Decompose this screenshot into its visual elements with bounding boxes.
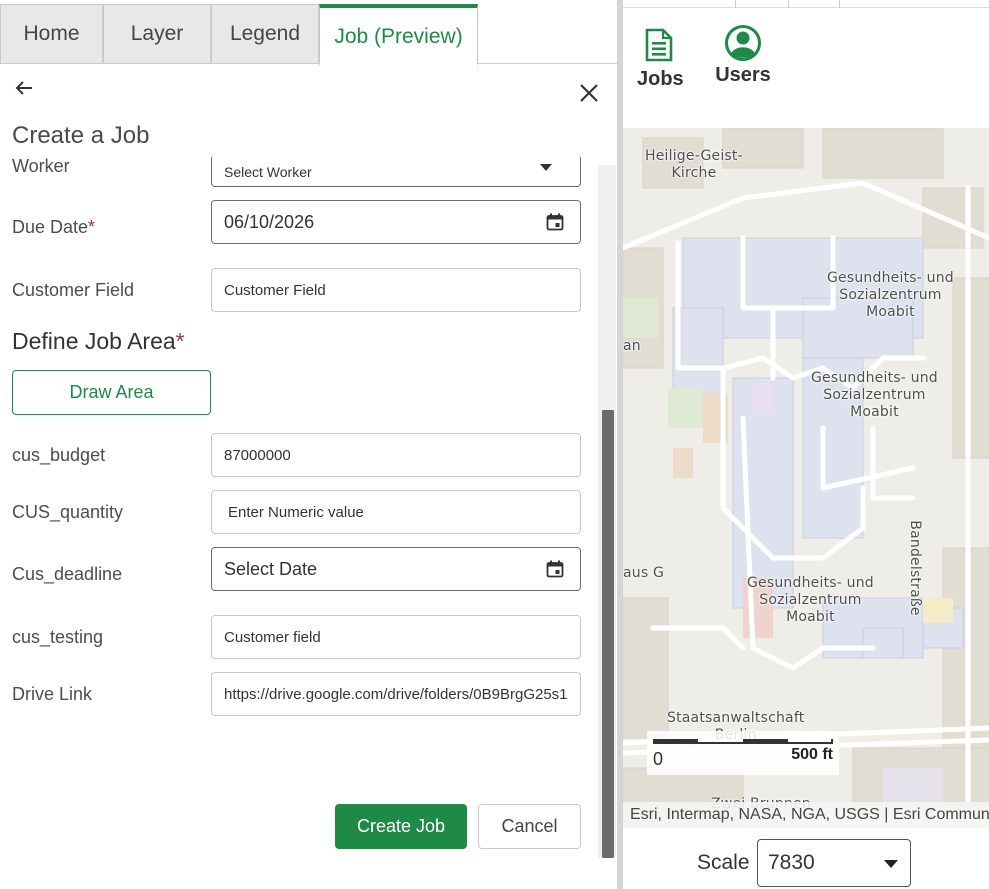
job-area-title: Define Job Area* [12, 328, 185, 355]
document-icon [645, 28, 673, 62]
map-label-gesundheits-1: Gesundheits- und Sozialzentrum Moabit [827, 270, 954, 321]
map-label-bandelstrasse: Bandelstraße [907, 520, 923, 616]
worker-select-value: Select Worker [224, 164, 312, 180]
due-date-value: 06/10/2026 [224, 211, 315, 232]
scale-bar-zero: 0 [653, 749, 664, 769]
scrollbar-thumb[interactable] [602, 410, 614, 858]
scale-select[interactable]: 7830 [757, 839, 911, 887]
page-title: Create a Job [12, 122, 150, 149]
tab-layer[interactable]: Layer [103, 4, 211, 64]
tab-home[interactable]: Home [0, 4, 103, 64]
customer-field-input[interactable]: Customer Field [211, 268, 581, 312]
create-job-button[interactable]: Create Job [335, 804, 467, 849]
map-label-text: Heilige-Geist- Kirche [645, 148, 743, 181]
map-label-an: an [623, 338, 641, 354]
close-icon[interactable] [578, 82, 600, 104]
drive-link-value: https://drive.google.com/drive/folders/0… [224, 685, 568, 703]
map-view[interactable]: Heilige-Geist- Kirche Gesundheits- und S… [623, 128, 989, 828]
customer-field-placeholder: Customer Field [224, 281, 326, 299]
required-marker: * [88, 217, 96, 237]
due-date-label-text: Due Date [12, 217, 89, 237]
jobs-widget-label: Jobs [637, 68, 684, 90]
map-label-text: Gesundheits- und Sozialzentrum Moabit [747, 575, 874, 625]
chevron-down-icon [884, 860, 898, 868]
due-date-label: Due Date* [12, 217, 95, 238]
cus-deadline-label: Cus_deadline [12, 564, 123, 584]
scale-control: Scale 7830 [623, 838, 989, 888]
cus-budget-value: 87000000 [224, 446, 291, 464]
map-label-gesundheits-3: Gesundheits- und Sozialzentrum Moabit [747, 575, 874, 626]
customer-field-label: Customer Field [12, 280, 135, 300]
calendar-icon[interactable] [546, 560, 564, 578]
worker-select[interactable]: Select Worker [211, 157, 581, 187]
chevron-down-icon [540, 164, 552, 171]
cus-testing-input[interactable]: Customer field [211, 615, 581, 659]
users-widget[interactable]: Users [715, 24, 771, 87]
cus-budget-input[interactable]: 87000000 [211, 433, 581, 477]
scale-label: Scale [697, 851, 750, 874]
cus-quantity-input[interactable]: Enter Numeric value [211, 490, 581, 534]
scale-bar-end: 500 ft [791, 746, 833, 763]
cus-testing-label: cus_testing [12, 627, 104, 647]
scale-bar: 0 500 ft [647, 731, 839, 775]
due-date-input[interactable]: 06/10/2026 [211, 200, 581, 244]
tab-legend[interactable]: Legend [211, 4, 319, 64]
map-label-text: Gesundheits- und Sozialzentrum Moabit [811, 370, 938, 420]
worker-label: Worker [12, 157, 70, 176]
tab-job-preview[interactable]: Job (Preview) [319, 4, 478, 65]
cus-budget-label: cus_budget [12, 445, 106, 465]
jobs-widget[interactable]: Jobs [637, 24, 684, 91]
draw-area-button[interactable]: Draw Area [12, 370, 211, 415]
tab-bar: Home Layer Legend Job (Preview) [0, 0, 617, 65]
map-panel: Jobs Users Heilige-Geist- Kirche Gesundh… [623, 0, 989, 889]
back-arrow-icon[interactable] [12, 76, 36, 100]
user-icon [725, 25, 761, 61]
users-widget-label: Users [715, 64, 771, 86]
map-label-haus-g: aus G [623, 565, 665, 581]
calendar-icon[interactable] [546, 213, 564, 231]
cus-deadline-placeholder: Select Date [224, 558, 318, 579]
map-attribution[interactable]: Esri, Intermap, NASA, NGA, USGS | Esri C… [623, 802, 989, 828]
job-panel: Home Layer Legend Job (Preview) Create a… [0, 0, 617, 889]
cus-testing-placeholder: Customer field [224, 628, 321, 646]
drive-link-label: Drive Link [12, 684, 93, 704]
job-form: Worker Select Worker Due Date* 06/10/202… [0, 157, 598, 797]
cus-quantity-placeholder: Enter Numeric value [228, 503, 364, 521]
map-label-text: Gesundheits- und Sozialzentrum Moabit [827, 270, 954, 320]
scale-value: 7830 [768, 851, 815, 874]
cancel-button[interactable]: Cancel [478, 804, 581, 849]
cus-quantity-label: CUS_quantity [12, 502, 124, 522]
top-strip [623, 0, 989, 8]
drive-link-input[interactable]: https://drive.google.com/drive/folders/0… [211, 672, 581, 716]
cus-deadline-input[interactable]: Select Date [211, 547, 581, 591]
map-label-heilige-geist-kirche: Heilige-Geist- Kirche [645, 148, 743, 182]
map-label-gesundheits-2: Gesundheits- und Sozialzentrum Moabit [811, 370, 938, 421]
job-area-title-text: Define Job Area [12, 328, 176, 354]
required-marker: * [175, 328, 185, 354]
panel-toolbar [0, 64, 617, 114]
